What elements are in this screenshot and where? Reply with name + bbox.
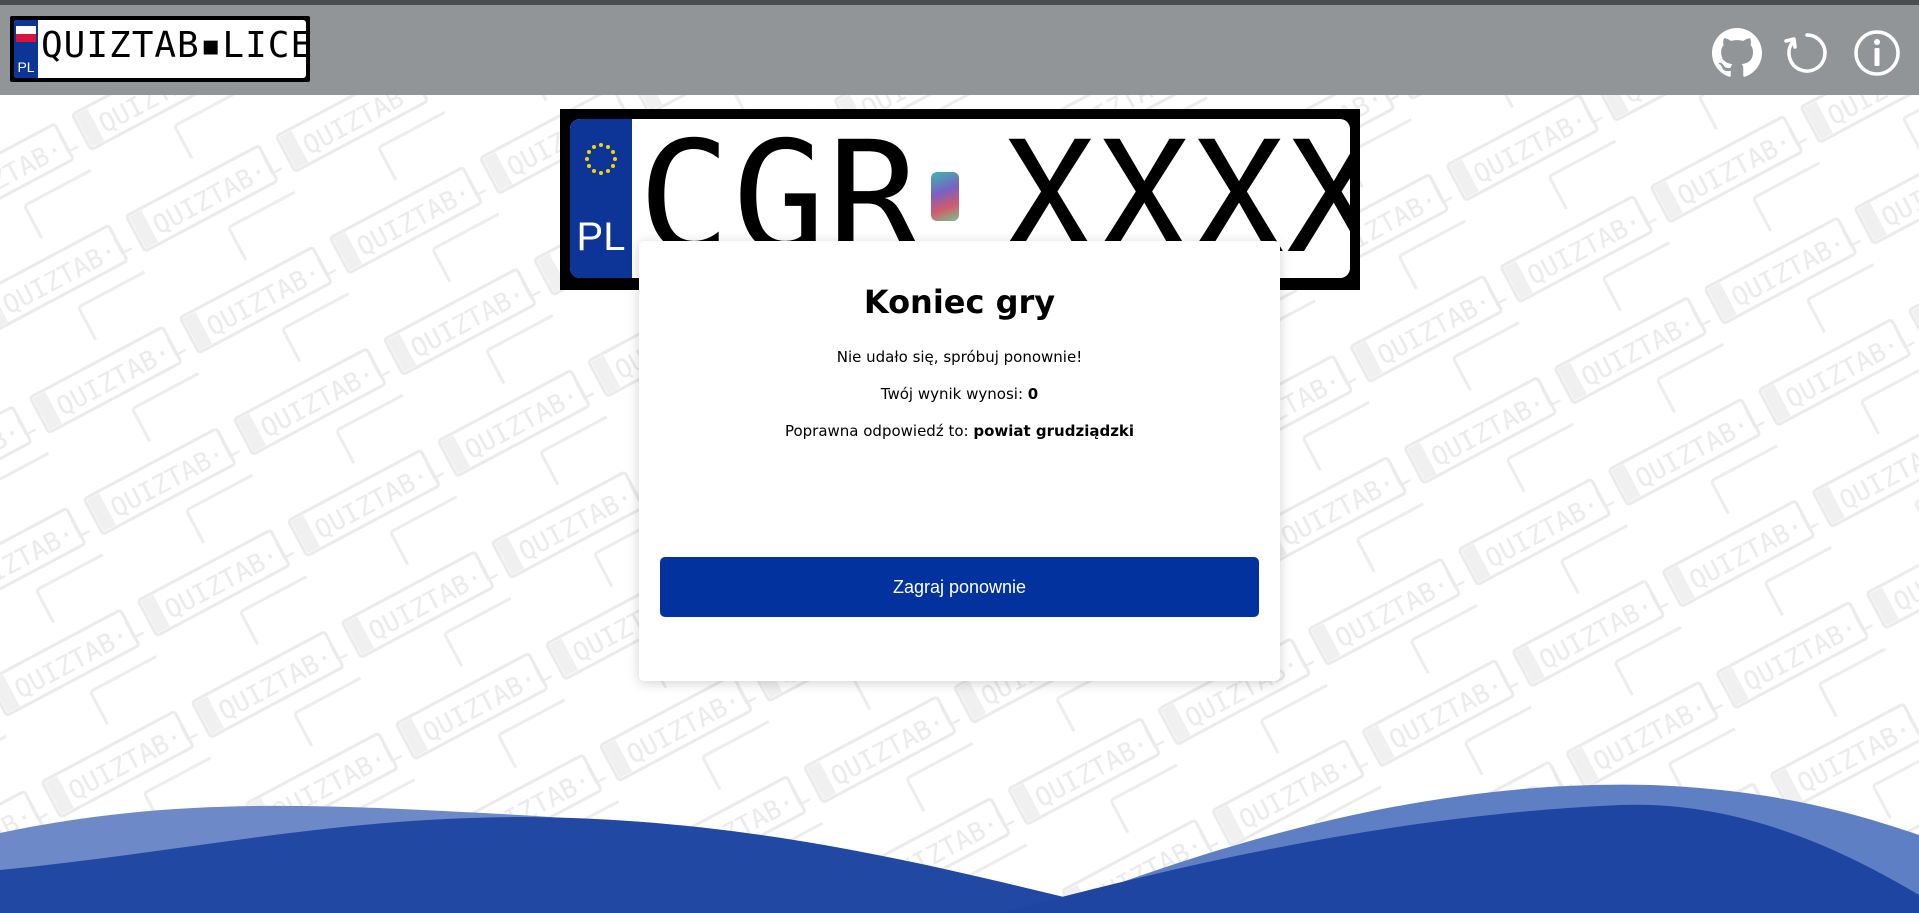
logo-text: QUIZTAB▪LICE — [41, 25, 306, 66]
logo-country-code: PL — [17, 59, 35, 75]
eu-stars-icon — [585, 143, 617, 175]
info-icon[interactable] — [1852, 28, 1902, 78]
logo[interactable]: PL QUIZTAB▪LICE — [10, 16, 310, 82]
dialog-title: Koniec gry — [863, 283, 1056, 321]
answer-label: Poprawna odpowiedź to: — [784, 422, 974, 440]
answer-value: powiat grudziądzki — [973, 422, 1135, 440]
result-message: Nie udało się, spróbuj ponownie! — [836, 348, 1083, 366]
game-over-dialog: Koniec gry Nie udało się, spróbuj ponown… — [639, 241, 1280, 681]
score-line: Twój wynik wynosi: 0 — [639, 385, 1280, 403]
registration-sticker — [931, 172, 959, 221]
page: QUIZTAB·LICE PL QUIZTAB▪LICE — [0, 0, 1919, 913]
logo-flag-strip: PL — [14, 20, 38, 78]
github-icon[interactable] — [1712, 28, 1762, 78]
play-again-button[interactable]: Zagraj ponownie — [660, 557, 1259, 617]
refresh-icon[interactable] — [1782, 28, 1832, 78]
plate-country-code: PL — [576, 215, 626, 259]
logo-plate: PL QUIZTAB▪LICE — [14, 20, 306, 78]
answer-line: Poprawna odpowiedź to: powiat grudziądzk… — [639, 422, 1280, 440]
score-value: 0 — [1027, 385, 1039, 403]
eu-band: PL — [570, 119, 632, 278]
top-bar: PL QUIZTAB▪LICE — [0, 0, 1919, 95]
decorative-waves — [0, 784, 1919, 913]
score-label: Twój wynik wynosi: — [880, 385, 1028, 403]
